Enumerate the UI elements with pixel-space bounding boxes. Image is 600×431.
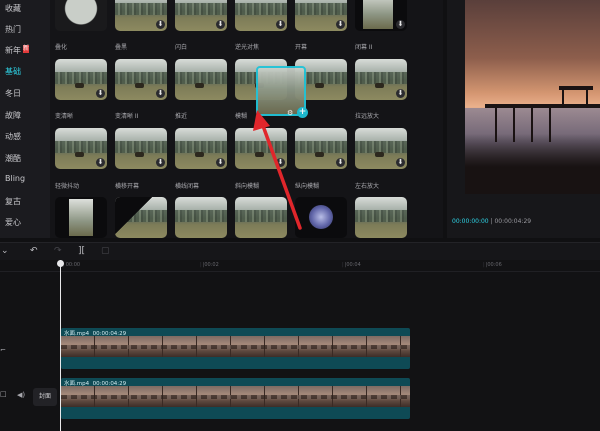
timeline-toolbar: ⌄ ↶ ↷ ][ ▢ [0, 242, 600, 260]
transition-tile[interactable]: ⬇ [55, 59, 107, 100]
category-love[interactable]: 爱心 [5, 217, 21, 228]
transition-tile[interactable] [355, 197, 407, 238]
undo-icon[interactable]: ↶ [30, 246, 38, 256]
track-icon[interactable]: ⌐ [0, 346, 6, 354]
transition-tile[interactable]: ⬇ [115, 59, 167, 100]
transition-tile[interactable]: ⬇ [175, 0, 227, 31]
ruler-label: |00:04 [342, 262, 361, 268]
transition-tile[interactable]: ⬇ [235, 0, 287, 31]
delete-icon[interactable]: ▢ [101, 246, 110, 256]
ruler-label: |00:02 [200, 262, 219, 268]
transition-label: 横移开幕 [115, 183, 140, 190]
transition-tile[interactable]: ⬇ [115, 0, 167, 31]
download-icon[interactable]: ⬇ [336, 158, 345, 167]
download-icon[interactable]: ⬇ [96, 158, 105, 167]
playhead[interactable] [57, 260, 64, 431]
gear-icon: ⚙ [287, 109, 294, 117]
transition-label: 叠化 [55, 44, 68, 51]
preview-timecode: 00:00:00:00 | 00:00:04:29 [452, 218, 531, 225]
timeline: 00:00 |00:02 |00:04 |00:06 水面.mp4 00:00:… [0, 260, 600, 431]
category-favorites[interactable]: 收藏 [5, 3, 21, 14]
download-icon[interactable]: ⬇ [396, 20, 405, 29]
dragged-transition-preview[interactable]: ⚙ + [256, 66, 308, 118]
transition-label: 闭幕 II [355, 44, 373, 51]
transition-grid: ⬇ ⬇ ⬇ ⬇ ⬇ 叠化 叠黑 闪白 逆光对焦 开幕 闭幕 II ⬇ ⬇ ⬇ 变… [50, 0, 443, 238]
transition-tile[interactable]: ⬇ [295, 0, 347, 31]
category-retro[interactable]: 复古 [5, 196, 21, 207]
download-icon[interactable]: ⬇ [96, 89, 105, 98]
download-icon[interactable]: ⬇ [276, 158, 285, 167]
transition-label: 变清晰 II [115, 113, 139, 120]
category-glitch[interactable]: 故障 [5, 110, 21, 121]
transition-category-sidebar: 收藏 热门 新年新 基础 冬日 故障 动感 潮酷 Bling 复古 爱心 [0, 0, 50, 238]
download-icon[interactable]: ⬇ [336, 20, 345, 29]
transition-label: 左右放大 [355, 183, 380, 190]
transition-label: 推近 [175, 113, 188, 120]
transition-label: 逆光对焦 [235, 44, 260, 51]
video-clip[interactable]: 水面.mp4 00:00:04:29 [61, 328, 410, 369]
transition-tile[interactable]: ⬇ [295, 128, 347, 169]
add-icon[interactable]: + [297, 107, 308, 118]
transition-tile[interactable] [55, 0, 107, 31]
transition-label: 轻微抖动 [55, 183, 80, 190]
clip-thumbnails [61, 336, 410, 357]
new-badge: 新 [23, 45, 30, 53]
transition-label: 叠黑 [115, 44, 128, 51]
transition-tile[interactable] [55, 197, 107, 238]
redo-icon[interactable]: ↷ [54, 246, 62, 256]
clip-thumbnails [61, 386, 410, 407]
transition-tile[interactable]: ⬇ [235, 128, 287, 169]
ruler-label: |00:06 [483, 262, 502, 268]
transition-tile[interactable]: ⬇ [175, 128, 227, 169]
transition-label: 闪白 [175, 44, 188, 51]
download-icon[interactable]: ⬇ [216, 158, 225, 167]
current-time: 00:00:00:00 [452, 218, 489, 225]
category-cool[interactable]: 潮酷 [5, 153, 21, 164]
transition-tile[interactable]: ⬇ [115, 128, 167, 169]
split-icon[interactable]: ][ [78, 246, 85, 256]
download-icon[interactable]: ⬇ [216, 20, 225, 29]
transition-tile[interactable] [175, 59, 227, 100]
lock-icon[interactable]: □ [0, 390, 7, 398]
download-icon[interactable]: ⬇ [396, 158, 405, 167]
download-icon[interactable]: ⬇ [396, 89, 405, 98]
cover-button[interactable]: 封面 [33, 388, 57, 406]
transition-tile[interactable]: ⬇ [55, 128, 107, 169]
download-icon[interactable]: ⬇ [156, 20, 165, 29]
preview-player: 00:00:00:00 | 00:00:04:29 [447, 0, 600, 238]
transition-label: 变清晰 [55, 113, 74, 120]
video-clip[interactable]: 水面.mp4 00:00:04:29 [61, 378, 410, 419]
transition-label: 拉远放大 [355, 113, 380, 120]
transition-tile[interactable]: ⬇ [355, 0, 407, 31]
video-preview[interactable] [465, 0, 600, 194]
transition-tile[interactable]: ⬇ [355, 128, 407, 169]
category-new-year[interactable]: 新年新 [5, 45, 29, 56]
chevron-down-icon[interactable]: ⌄ [1, 246, 9, 256]
mute-icon[interactable]: ◀) [17, 391, 25, 399]
transition-tile[interactable] [115, 197, 167, 238]
category-winter[interactable]: 冬日 [5, 88, 21, 99]
category-basic[interactable]: 基础 [5, 66, 21, 77]
transition-label: 纵向模糊 [295, 183, 320, 190]
ruler-label: 00:00 [63, 262, 80, 268]
category-hot[interactable]: 热门 [5, 24, 21, 35]
time-ruler[interactable]: 00:00 |00:02 |00:04 |00:06 [0, 260, 600, 272]
transition-label: 横线闭幕 [175, 183, 200, 190]
transition-tile[interactable] [295, 197, 347, 238]
transition-label: 模糊 [235, 113, 248, 120]
total-duration: 00:00:04:29 [494, 218, 532, 225]
transition-tile[interactable] [235, 197, 287, 238]
transition-tile[interactable]: ⬇ [355, 59, 407, 100]
download-icon[interactable]: ⬇ [156, 158, 165, 167]
transition-label: 开幕 [295, 44, 308, 51]
transition-label: 斜向模糊 [235, 183, 260, 190]
download-icon[interactable]: ⬇ [156, 89, 165, 98]
transition-tile[interactable] [175, 197, 227, 238]
category-bling[interactable]: Bling [5, 174, 25, 183]
category-dynamic[interactable]: 动感 [5, 131, 21, 142]
download-icon[interactable]: ⬇ [276, 20, 285, 29]
